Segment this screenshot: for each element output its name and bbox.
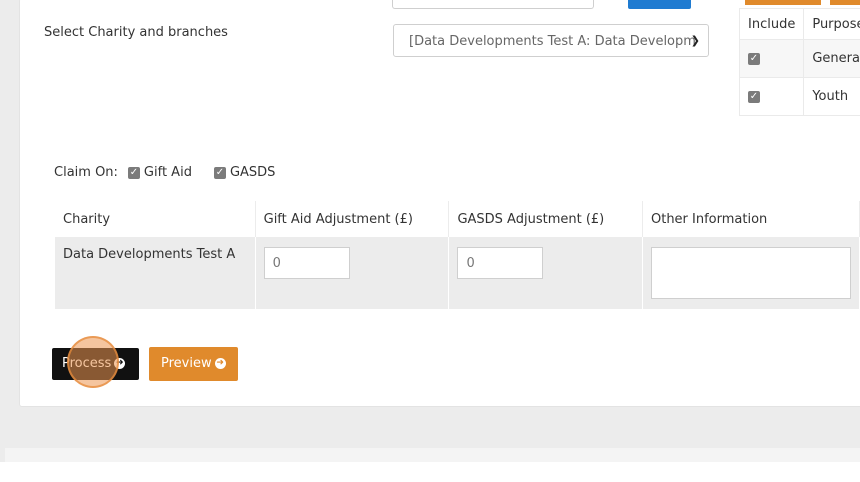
table-row: ✓ General — [738, 39, 860, 78]
other-information-textarea[interactable] — [650, 247, 851, 299]
purposes-table: Include Purpose ✓ General ✓ Youth — [738, 8, 860, 116]
chevron-down-icon: ❯ — [690, 34, 700, 47]
arrow-circle-right-icon: ➜ — [214, 358, 226, 369]
preview-button[interactable]: Preview ➜ — [149, 347, 238, 381]
top-partial-orange-button[interactable] — [745, 0, 821, 5]
include-checkbox[interactable]: ✓ — [748, 90, 760, 103]
header-other-information: Other Information — [642, 201, 860, 237]
gasds-label: GASDS — [229, 165, 276, 180]
gift-aid-adjustment-input[interactable]: 0 — [263, 247, 350, 279]
header-gasds-adjustment: GASDS Adjustment (£) — [448, 201, 643, 237]
gift-aid-option[interactable]: ✓ Gift Aid — [127, 165, 192, 180]
purpose-cell: Youth — [803, 77, 860, 116]
footer-strip — [5, 448, 860, 462]
process-label: Process — [62, 356, 112, 371]
top-partial-orange-button-2[interactable] — [830, 0, 860, 5]
gift-aid-label: Gift Aid — [143, 165, 192, 180]
header-purpose: Purpose — [803, 8, 860, 40]
arrow-circle-right-icon: ➜ — [114, 358, 126, 369]
purposes-header-row: Include Purpose — [738, 8, 860, 40]
preview-label: Preview — [161, 356, 212, 371]
header-charity: Charity — [55, 201, 256, 237]
purpose-cell: General — [803, 39, 860, 78]
table-row: Data Developments Test A 0 0 — [55, 237, 860, 309]
select-charity-label: Select Charity and branches — [44, 25, 228, 40]
table-row: ✓ Youth — [738, 77, 860, 116]
include-checkbox[interactable]: ✓ — [748, 52, 760, 65]
adjustment-header-row: Charity Gift Aid Adjustment (£) GASDS Ad… — [55, 201, 860, 237]
header-include: Include — [738, 8, 805, 40]
gift-aid-checkbox[interactable]: ✓ — [127, 166, 140, 179]
charity-cell: Data Developments Test A — [55, 237, 256, 309]
gasds-adjustment-input[interactable]: 0 — [457, 247, 544, 279]
claim-on-label: Claim On: — [54, 165, 118, 180]
charity-branch-select[interactable]: [Data Developments Test A: Data Developm… — [393, 24, 709, 57]
charity-select-value: [Data Developments Test A: Data Developm — [409, 34, 696, 49]
gasds-option[interactable]: ✓ GASDS — [213, 165, 276, 180]
top-partial-blue-button[interactable] — [628, 0, 691, 9]
header-gift-aid-adjustment: Gift Aid Adjustment (£) — [255, 201, 450, 237]
top-partial-input[interactable] — [392, 0, 594, 9]
claim-on-group: Claim On: ✓ Gift Aid ✓ GASDS — [54, 165, 275, 180]
adjustment-table: Charity Gift Aid Adjustment (£) GASDS Ad… — [55, 201, 860, 309]
page-bottom — [0, 462, 860, 482]
gasds-checkbox[interactable]: ✓ — [213, 166, 226, 179]
process-button[interactable]: Process ➜ — [52, 348, 139, 380]
